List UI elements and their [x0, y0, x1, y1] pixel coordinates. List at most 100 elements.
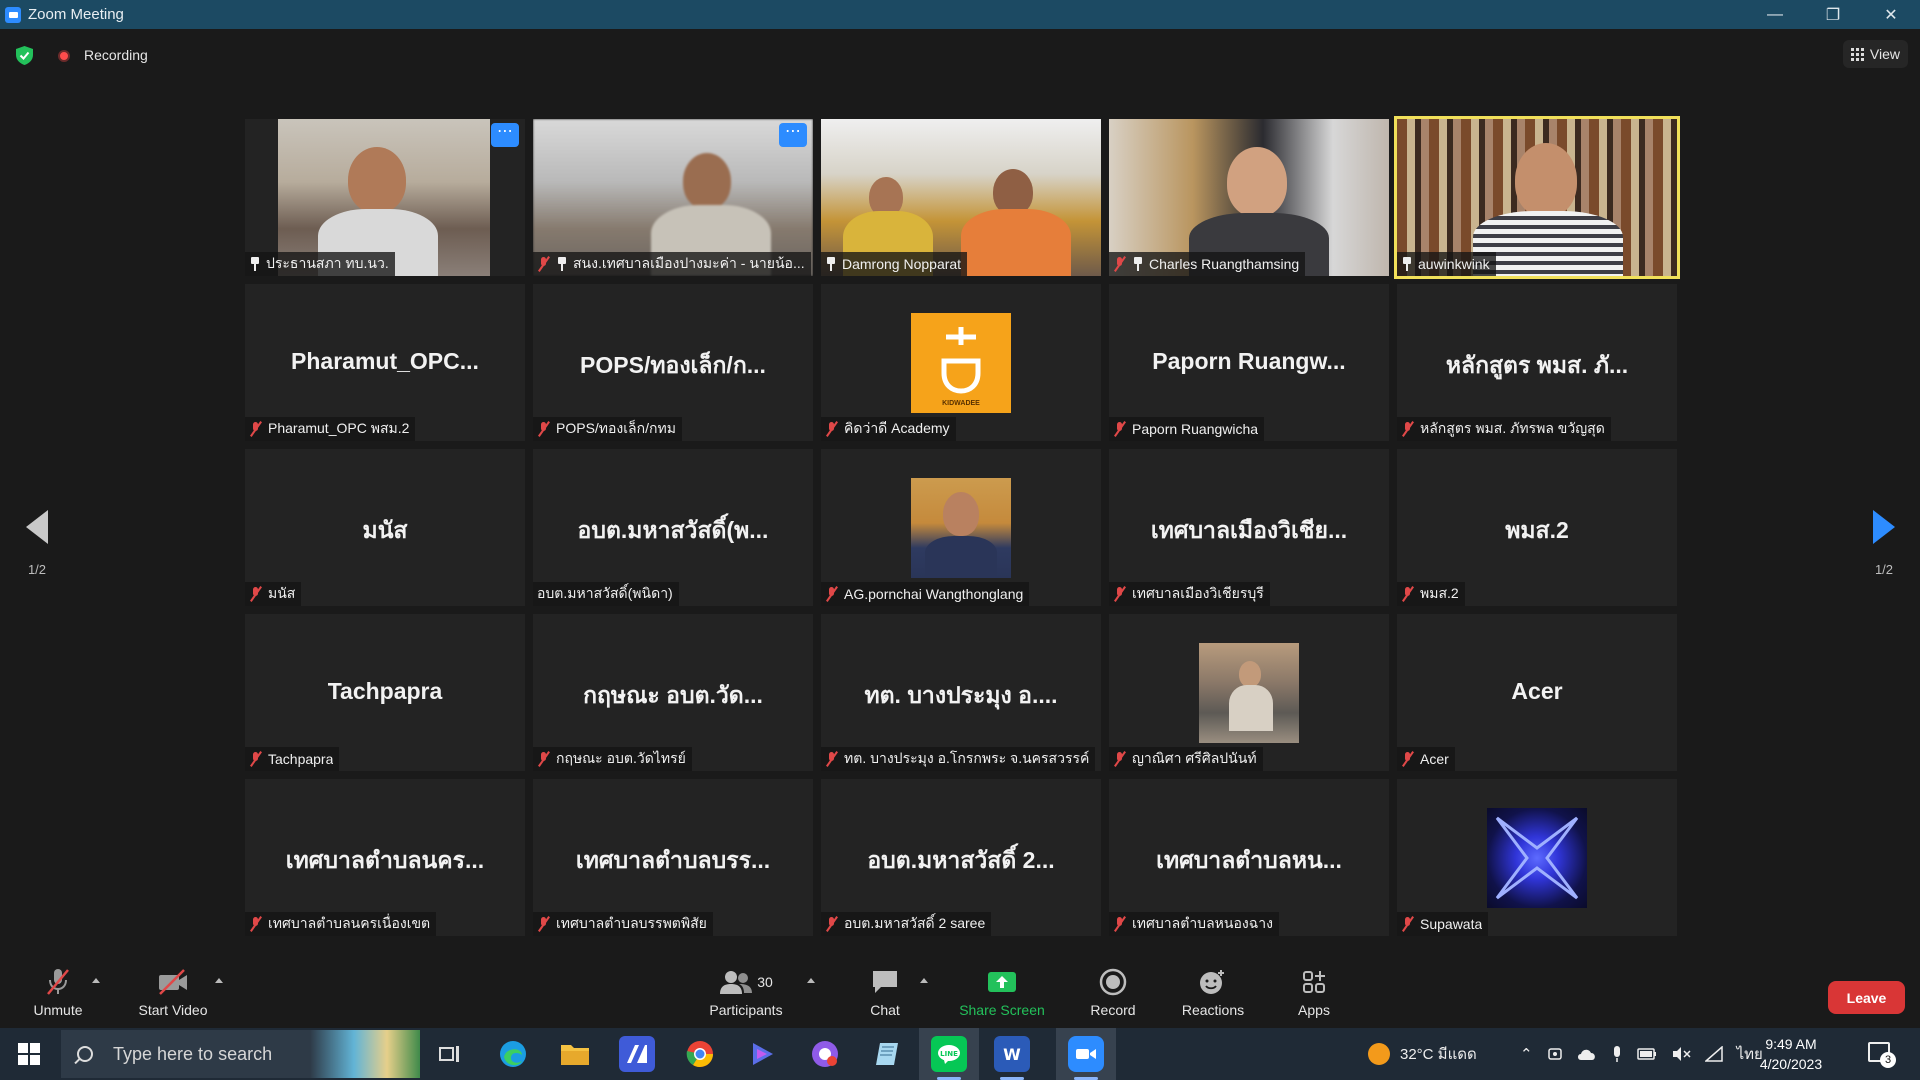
edge-browser-icon[interactable]: [495, 1036, 531, 1072]
clock-time: 9:49 AM: [1765, 1036, 1817, 1052]
audio-options-caret-icon[interactable]: [92, 978, 100, 983]
participant-tile[interactable]: กฤษณะ อบต.วัด... กฤษณะ อบต.วัดไทรย์: [533, 614, 813, 771]
security-shield-icon[interactable]: [16, 46, 33, 65]
kidwadee-logo-text: KIDWADEE: [942, 400, 980, 407]
participant-name: มนัส: [268, 585, 296, 601]
apps-button[interactable]: Apps: [1284, 966, 1344, 1018]
chrome-profile-icon[interactable]: [807, 1036, 843, 1072]
search-highlight-image: [310, 1030, 420, 1078]
microphone-tray-icon[interactable]: [1611, 1045, 1623, 1063]
participant-tile[interactable]: เทศบาลตำบลหน... เทศบาลตำบลหนองฉาง: [1109, 779, 1389, 936]
chat-button[interactable]: Chat: [855, 966, 915, 1018]
participant-tile[interactable]: อบต.มหาสวัสดิ์(พ... อบต.มหาสวัสดิ์(พนิดา…: [533, 449, 813, 606]
participant-name: เทศบาลเมืองวิเชียรบุรี: [1132, 585, 1264, 601]
neon-abstract-avatar: [1487, 808, 1587, 908]
battery-icon[interactable]: [1636, 1048, 1657, 1060]
participant-display-name: อบต.มหาสวัสดิ์ 2...: [867, 847, 1055, 873]
mic-muted-icon: [1401, 751, 1415, 767]
participant-display-name: เทศบาลตำบลหน...: [1156, 847, 1342, 873]
close-button[interactable]: ✕: [1862, 0, 1920, 29]
share-screen-label: Share Screen: [959, 1002, 1045, 1018]
file-explorer-icon[interactable]: [557, 1036, 593, 1072]
participant-tile[interactable]: Supawata: [1397, 779, 1677, 936]
participant-tile[interactable]: เทศบาลตำบลบรร... เทศบาลตำบลบรรพตพิสัย: [533, 779, 813, 936]
participant-gallery: ⋯ ประธานสภา ทบ.นว. ⋯ สนง.เทศบาลเมืองปางม…: [245, 116, 1680, 938]
participant-tile[interactable]: KIDWADEE คิดว่าดี Academy: [821, 284, 1101, 441]
participant-tile[interactable]: ⋯ ประธานสภา ทบ.นว.: [245, 119, 525, 276]
leave-button[interactable]: Leave: [1828, 981, 1905, 1014]
participant-tile[interactable]: เทศบาลตำบลนคร... เทศบาลตำบลนครเนื่องเขต: [245, 779, 525, 936]
participants-caret-icon[interactable]: [807, 978, 815, 983]
view-button[interactable]: View: [1842, 40, 1908, 68]
participant-name: ญาณิศา ศรีศิลปนันท์: [1132, 750, 1257, 766]
more-options-button[interactable]: ⋯: [491, 123, 519, 147]
unmute-button[interactable]: Unmute: [22, 966, 94, 1018]
participant-tile[interactable]: ญาณิศา ศรีศิลปนันท์: [1109, 614, 1389, 771]
participant-tile[interactable]: Pharamut_OPC... Pharamut_OPC พสม.2: [245, 284, 525, 441]
next-page-button[interactable]: 1/2: [1864, 510, 1904, 577]
grid-view-icon: [1850, 47, 1864, 61]
taskbar-clock[interactable]: 9:49 AM 4/20/2023: [1745, 1034, 1837, 1074]
participant-tile[interactable]: POPS/ทองเล็ก/ก... POPS/ทองเล็ก/กทม: [533, 284, 813, 441]
participant-tile[interactable]: Paporn Ruangw... Paporn Ruangwicha: [1109, 284, 1389, 441]
participant-name: Pharamut_OPC พสม.2: [268, 420, 410, 436]
mic-muted-icon: [825, 751, 839, 767]
previous-page-button[interactable]: 1/2: [17, 510, 57, 577]
camera-tray-icon[interactable]: [1547, 1046, 1563, 1062]
office-app-icon[interactable]: [619, 1036, 655, 1072]
word-app-icon[interactable]: W: [994, 1036, 1030, 1080]
video-off-icon: [159, 969, 187, 995]
task-view-icon[interactable]: [432, 1036, 468, 1072]
participant-name: สนง.เทศบาลเมืองปางมะค่า - นายน้อ...: [573, 255, 805, 271]
weather-sun-icon: [1368, 1043, 1390, 1065]
participant-name: พมส.2: [1420, 585, 1459, 601]
taskbar-search-box[interactable]: Type here to search: [61, 1030, 420, 1078]
participant-name: อบต.มหาสวัสดิ์(พนิดา): [537, 585, 673, 601]
chat-caret-icon[interactable]: [920, 978, 928, 983]
tray-overflow-chevron-icon[interactable]: ⌃: [1520, 1045, 1533, 1063]
participant-name: หลักสูตร พมส. ภัทรพล ขวัญสุด: [1420, 420, 1605, 436]
participant-tile[interactable]: Charles Ruangthamsing: [1109, 119, 1389, 276]
windows-start-icon[interactable]: [18, 1043, 40, 1065]
clock-date: 4/20/2023: [1759, 1056, 1823, 1072]
participant-display-name: เทศบาลเมืองวิเชีย...: [1150, 517, 1348, 543]
participant-tile[interactable]: อบต.มหาสวัสดิ์ 2... อบต.มหาสวัสดิ์ 2 sar…: [821, 779, 1101, 936]
participant-tile[interactable]: พมส.2 พมส.2: [1397, 449, 1677, 606]
participant-display-name: พมส.2: [1505, 517, 1569, 543]
start-video-button[interactable]: Start Video: [126, 966, 220, 1018]
mic-muted-icon: [249, 421, 263, 437]
active-speaker-tile[interactable]: auwinkwink: [1394, 116, 1680, 279]
participant-tile[interactable]: ⋯ สนง.เทศบาลเมืองปางมะค่า - นายน้อ...: [533, 119, 813, 276]
restore-button[interactable]: ❐: [1804, 0, 1862, 29]
more-options-button[interactable]: ⋯: [779, 123, 807, 147]
video-options-caret-icon[interactable]: [215, 978, 223, 983]
mic-muted-icon: [1113, 586, 1127, 602]
weather-widget[interactable]: 32°C มีแดด: [1366, 1028, 1477, 1080]
participant-display-name: POPS/ทองเล็ก/ก...: [580, 352, 766, 378]
media-player-icon[interactable]: [744, 1036, 780, 1072]
participants-button[interactable]: 30 Participants: [700, 966, 792, 1018]
participant-tile[interactable]: Damrong Nopparat: [821, 119, 1101, 276]
participant-display-name: อบต.มหาสวัสดิ์(พ...: [577, 517, 769, 543]
onedrive-cloud-icon[interactable]: [1577, 1047, 1597, 1061]
participant-tile[interactable]: มนัส มนัส: [245, 449, 525, 606]
search-placeholder: Type here to search: [113, 1043, 273, 1064]
zoom-taskbar-icon[interactable]: [1068, 1036, 1104, 1080]
reactions-button[interactable]: Reactions: [1172, 966, 1254, 1018]
chrome-browser-icon[interactable]: [682, 1036, 718, 1072]
record-button[interactable]: Record: [1080, 966, 1146, 1018]
wifi-icon[interactable]: [1704, 1046, 1723, 1062]
notes-app-icon[interactable]: [869, 1036, 905, 1072]
minimize-button[interactable]: —: [1746, 0, 1804, 29]
mic-muted-icon: [537, 916, 551, 932]
participant-tile[interactable]: เทศบาลเมืองวิเชีย... เทศบาลเมืองวิเชียรบ…: [1109, 449, 1389, 606]
volume-muted-icon[interactable]: [1671, 1046, 1691, 1062]
participant-tile[interactable]: Tachpapra Tachpapra: [245, 614, 525, 771]
participant-tile[interactable]: Acer Acer: [1397, 614, 1677, 771]
participant-tile[interactable]: AG.pornchai Wangthonglang: [821, 449, 1101, 606]
participant-tile[interactable]: ทต. บางประมุง อ.... ทต. บางประมุง อ.โกรก…: [821, 614, 1101, 771]
participant-display-name: หลักสูตร พมส. ภั...: [1445, 352, 1629, 378]
participant-tile[interactable]: หลักสูตร พมส. ภั... หลักสูตร พมส. ภัทรพล…: [1397, 284, 1677, 441]
line-app-icon[interactable]: LINE: [931, 1036, 967, 1080]
share-screen-button[interactable]: Share Screen: [952, 966, 1052, 1018]
